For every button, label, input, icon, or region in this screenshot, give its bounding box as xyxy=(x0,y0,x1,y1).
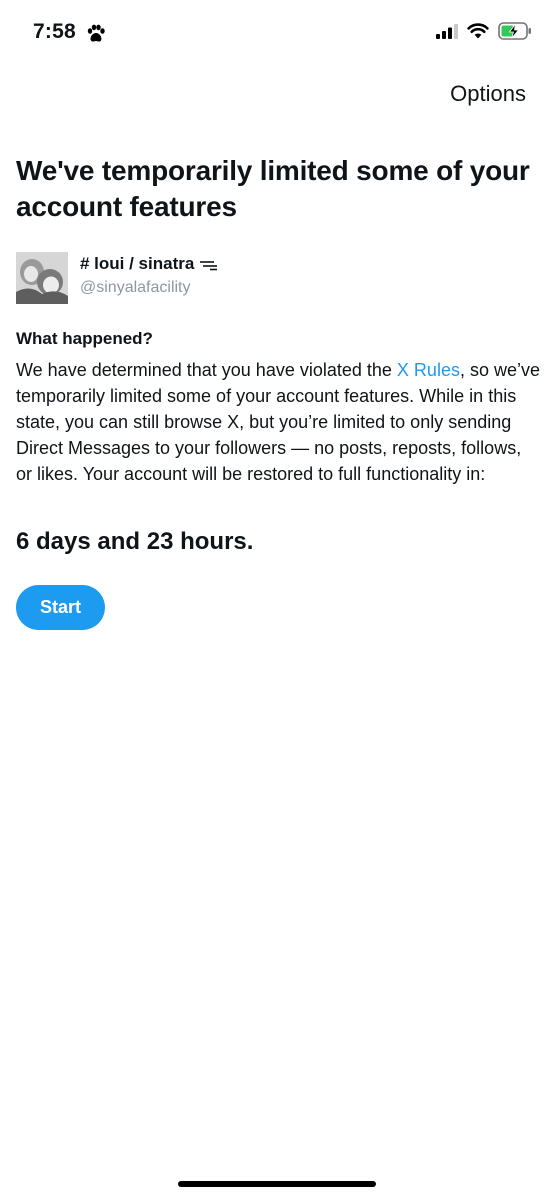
start-button[interactable]: Start xyxy=(16,585,105,630)
signal-icon xyxy=(436,23,458,39)
page-title: We've temporarily limited some of your a… xyxy=(16,155,530,222)
what-happened-heading: What happened? xyxy=(16,329,153,348)
status-bar: 7:58 xyxy=(0,0,554,64)
battery-charging-icon xyxy=(498,22,531,40)
user-handle: @sinyalafacility xyxy=(80,279,191,296)
decorative-lines-icon xyxy=(200,261,218,271)
account-profile: # loui / sinatra @sinyalafacility xyxy=(16,252,219,304)
paw-icon xyxy=(87,24,105,42)
restore-countdown: 6 days and 23 hours. xyxy=(16,528,254,555)
home-indicator[interactable] xyxy=(178,1181,376,1187)
x-rules-link[interactable]: X Rules xyxy=(397,360,460,380)
avatar[interactable] xyxy=(16,252,68,304)
status-time: 7:58 xyxy=(33,20,76,43)
display-name-text: # loui / sinatra xyxy=(80,254,195,273)
wifi-icon xyxy=(467,23,489,39)
explanation-text-start: We have determined that you have violate… xyxy=(16,360,397,380)
display-name: # loui / sinatra xyxy=(80,253,219,275)
what-happened-text: We have determined that you have violate… xyxy=(16,357,541,487)
options-button[interactable]: Options xyxy=(450,81,526,107)
